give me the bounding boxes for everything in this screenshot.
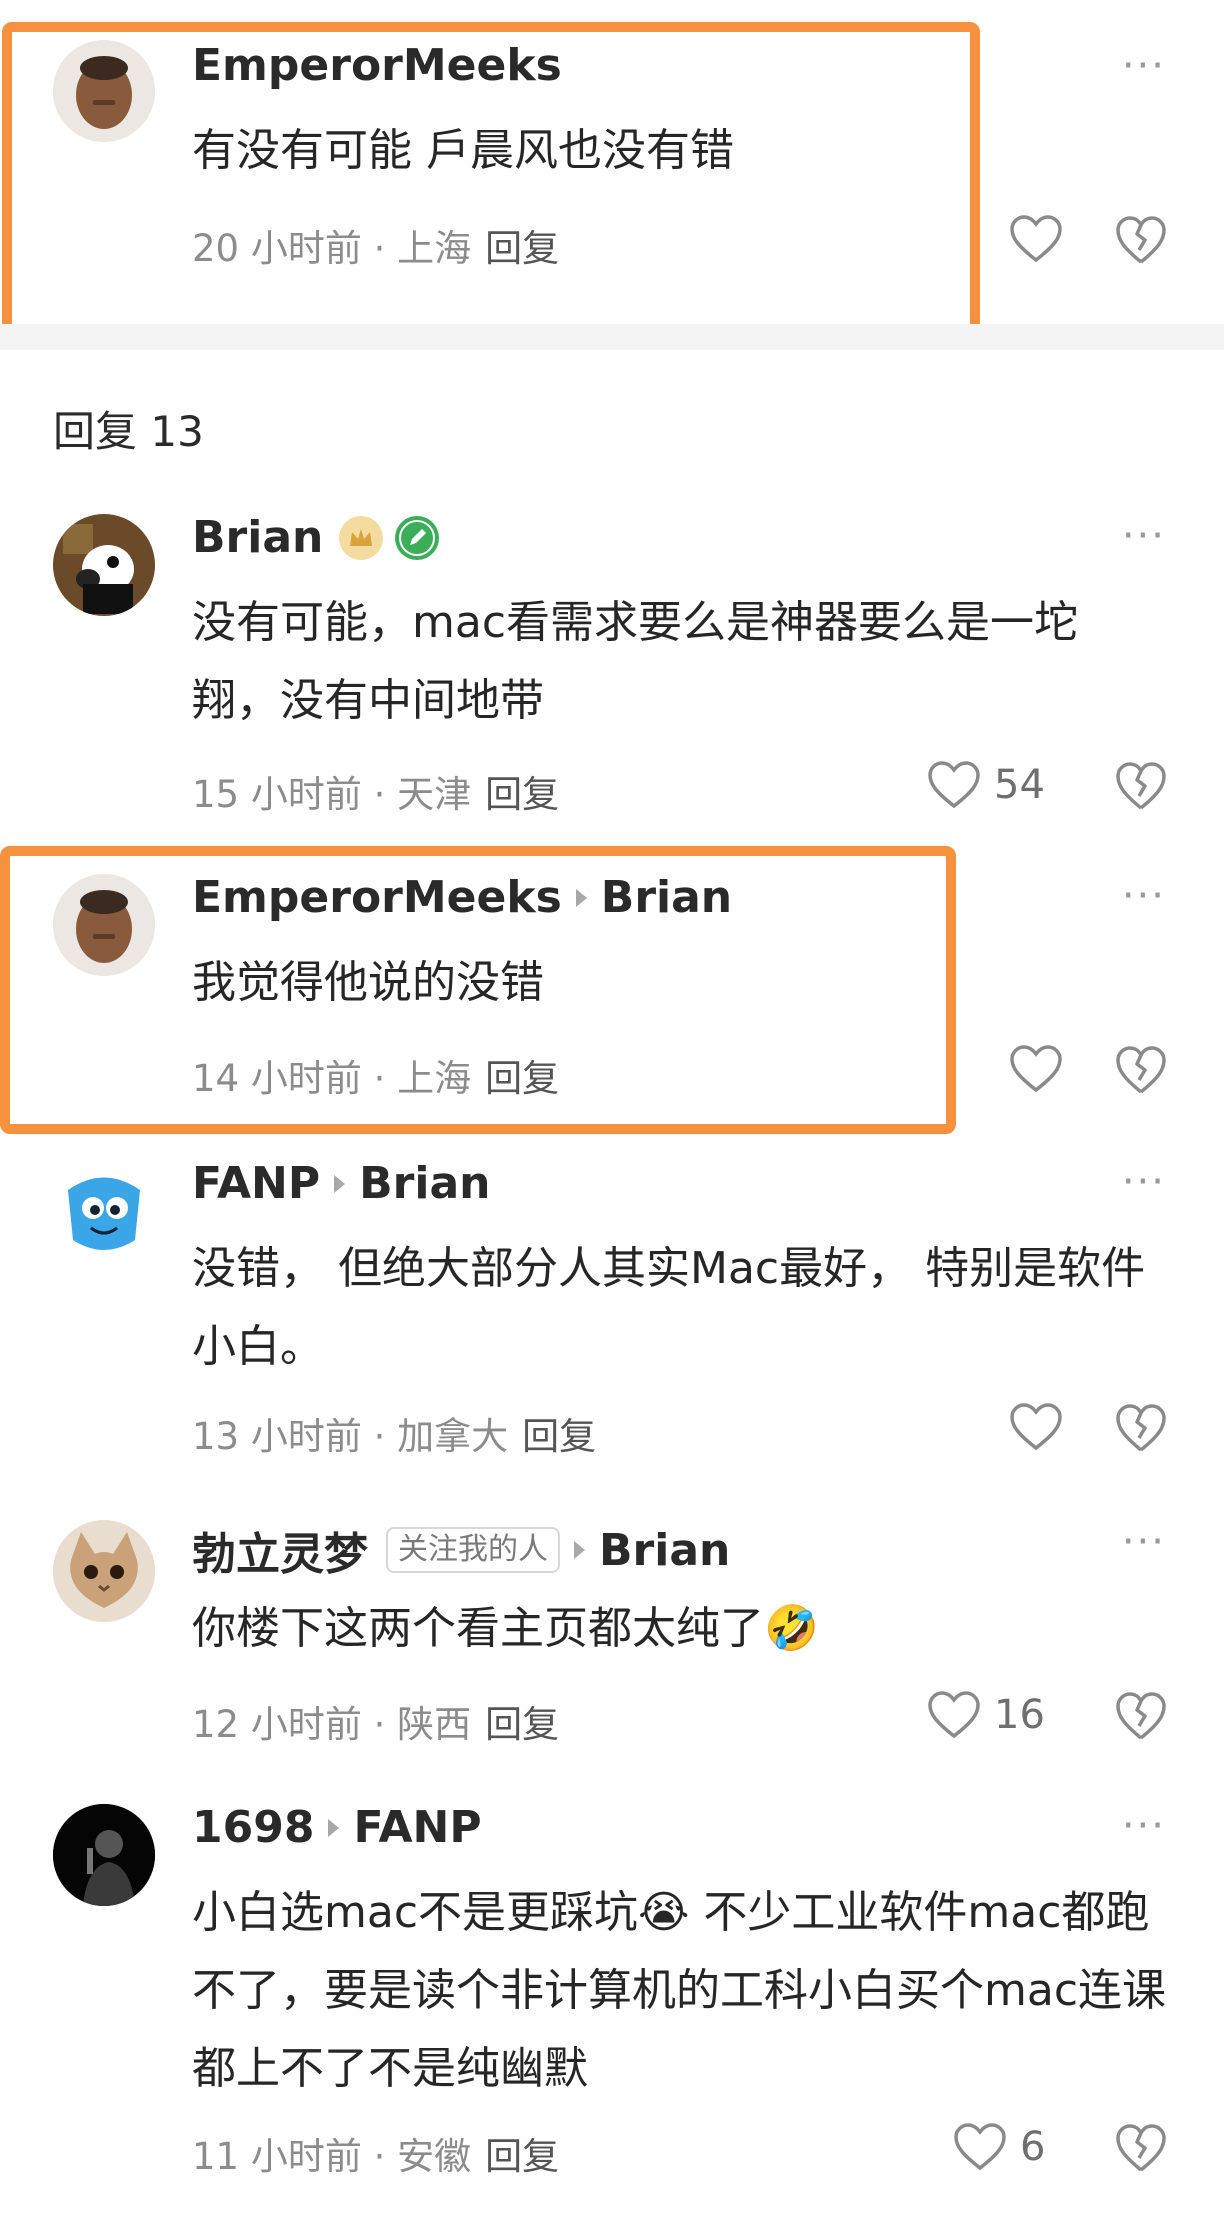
timestamp: 12 小时前 bbox=[192, 1703, 362, 1746]
highlight-box bbox=[2, 22, 980, 340]
username-text[interactable]: 1698 bbox=[192, 1802, 314, 1853]
highlight-box bbox=[0, 846, 956, 1134]
heart-icon bbox=[928, 1691, 980, 1739]
broken-heart-icon bbox=[1116, 1692, 1166, 1740]
comment-text: 你楼下这两个看主页都太纯了🤣 bbox=[192, 1603, 819, 1654]
dislike-button[interactable] bbox=[1114, 1690, 1168, 1746]
avatar[interactable] bbox=[53, 1804, 155, 1906]
reply-button[interactable]: 回复 bbox=[485, 773, 559, 816]
reply-item: Brian 没有可能，mac看需求要么是神器要么是一坨翔，没有中间地带 15 小… bbox=[0, 500, 1224, 820]
broken-heart-icon bbox=[1116, 216, 1166, 264]
avatar[interactable] bbox=[53, 514, 155, 616]
top-comment: EmperorMeeks 有没有可能 戶晨风也没有错 20 小时前 · 上海 回复… bbox=[0, 0, 1224, 340]
timestamp: 15 小时前 bbox=[192, 773, 362, 816]
username-text[interactable]: Brian bbox=[192, 512, 323, 563]
heart-icon bbox=[954, 2123, 1006, 2171]
more-dots-icon[interactable]: ··· bbox=[1122, 876, 1166, 916]
avatar[interactable] bbox=[53, 1520, 155, 1622]
like-button[interactable]: 16 bbox=[926, 1690, 1045, 1740]
like-button[interactable]: 6 bbox=[952, 2122, 1045, 2172]
location: 陕西 bbox=[397, 1703, 472, 1746]
like-button[interactable] bbox=[1008, 1402, 1064, 1452]
reply-button[interactable]: 回复 bbox=[522, 1415, 596, 1458]
username-text[interactable]: FANP bbox=[192, 1158, 320, 1209]
location: 加拿大 bbox=[397, 1415, 509, 1458]
more-dots-icon[interactable]: ··· bbox=[1122, 516, 1166, 556]
dislike-button[interactable] bbox=[1114, 214, 1168, 270]
like-button[interactable] bbox=[1008, 1044, 1064, 1094]
reply-item: 1698 FANP 小白选mac不是更踩坑😭 不少工业软件mac都跑不了，要是读… bbox=[0, 1796, 1224, 2214]
like-count: 54 bbox=[994, 762, 1045, 808]
section-divider bbox=[0, 324, 1224, 350]
heart-icon bbox=[1010, 215, 1062, 263]
broken-heart-icon bbox=[1116, 1404, 1166, 1452]
more-dots-icon[interactable]: ··· bbox=[1122, 1806, 1166, 1846]
heart-icon bbox=[928, 761, 980, 809]
dislike-button[interactable] bbox=[1114, 760, 1168, 816]
pencil-badge-icon bbox=[395, 515, 440, 560]
username[interactable]: 勃立灵梦 关注我的人 Brian bbox=[192, 1518, 730, 1582]
separator: · bbox=[361, 1703, 398, 1746]
heart-icon bbox=[1010, 1045, 1062, 1093]
username[interactable]: FANP Brian bbox=[192, 1158, 490, 1209]
broken-heart-icon bbox=[1116, 2124, 1166, 2172]
broken-heart-icon bbox=[1116, 762, 1166, 810]
timestamp: 13 小时前 bbox=[192, 1415, 362, 1458]
like-button[interactable]: 54 bbox=[926, 760, 1045, 810]
comment-meta: 11 小时前 · 安徽 回复 bbox=[192, 2126, 559, 2180]
more-dots-icon[interactable]: ··· bbox=[1122, 1162, 1166, 1202]
like-count: 16 bbox=[994, 1692, 1045, 1738]
reply-button[interactable]: 回复 bbox=[485, 1703, 559, 1746]
reply-item: FANP Brian 没错， 但绝大部分人其实Mac最好， 特别是软件小白。 1… bbox=[0, 1150, 1224, 1480]
dislike-button[interactable] bbox=[1114, 1044, 1168, 1100]
comment-text: 小白选mac不是更踩坑😭 不少工业软件mac都跑不了，要是读个非计算机的工科小白… bbox=[192, 1887, 1167, 2094]
like-button[interactable] bbox=[1008, 214, 1064, 264]
avatar[interactable] bbox=[53, 1160, 155, 1262]
reply-arrow-icon bbox=[334, 1174, 346, 1193]
heart-icon bbox=[1010, 1403, 1062, 1451]
replies-count: 回复 13 bbox=[53, 407, 204, 456]
like-count: 6 bbox=[1020, 2124, 1046, 2170]
comment-text: 没错， 但绝大部分人其实Mac最好， 特别是软件小白。 bbox=[192, 1243, 1146, 1372]
dislike-button[interactable] bbox=[1114, 1402, 1168, 1458]
reply-button[interactable]: 回复 bbox=[485, 2135, 559, 2178]
separator: · bbox=[361, 1415, 398, 1458]
comment-meta: 12 小时前 · 陕西 回复 bbox=[192, 1694, 559, 1748]
timestamp: 11 小时前 bbox=[192, 2135, 362, 2178]
username[interactable]: Brian bbox=[192, 512, 440, 563]
dislike-button[interactable] bbox=[1114, 2122, 1168, 2178]
username[interactable]: 1698 FANP bbox=[192, 1802, 482, 1853]
comment-meta: 13 小时前 · 加拿大 回复 bbox=[192, 1406, 596, 1460]
reply-target[interactable]: Brian bbox=[599, 1525, 730, 1576]
reply-target[interactable]: FANP bbox=[353, 1802, 481, 1853]
separator: · bbox=[361, 2135, 398, 2178]
comment-text: 没有可能，mac看需求要么是神器要么是一坨翔，没有中间地带 bbox=[192, 597, 1079, 726]
follower-tag: 关注我的人 bbox=[386, 1527, 560, 1573]
location: 天津 bbox=[397, 773, 472, 816]
username-text[interactable]: 勃立灵梦 bbox=[192, 1518, 368, 1582]
reply-arrow-icon bbox=[328, 1818, 340, 1837]
more-dots-icon[interactable]: ··· bbox=[1122, 1522, 1166, 1562]
reply-item: EmperorMeeks Brian 我觉得他说的没错 14 小时前 · 上海回… bbox=[0, 846, 1224, 1134]
more-dots-icon[interactable]: ··· bbox=[1122, 46, 1166, 86]
crown-badge-icon bbox=[339, 515, 384, 560]
comment-meta: 15 小时前 · 天津 回复 bbox=[192, 764, 559, 818]
location: 安徽 bbox=[397, 2135, 472, 2178]
reply-target[interactable]: Brian bbox=[359, 1158, 490, 1209]
reply-item: 勃立灵梦 关注我的人 Brian 你楼下这两个看主页都太纯了🤣 12 小时前 ·… bbox=[0, 1508, 1224, 1778]
broken-heart-icon bbox=[1116, 1046, 1166, 1094]
separator: · bbox=[361, 773, 398, 816]
reply-arrow-icon bbox=[574, 1541, 585, 1559]
